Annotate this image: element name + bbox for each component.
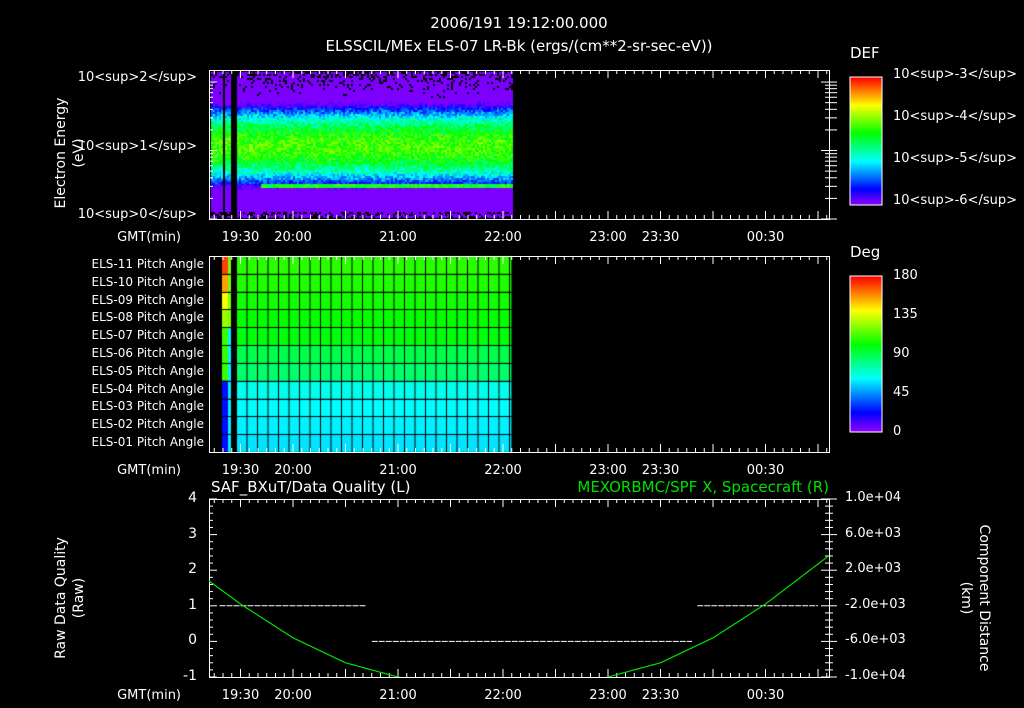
x-tick-label: 23:00: [589, 230, 627, 245]
x-tick-label: 23:30: [641, 230, 680, 245]
x-tick-label: 22:00: [484, 230, 522, 245]
pitch-angle-row-label: ELS-07 Pitch Angle: [91, 328, 204, 343]
distance-axis-label: Component Distance (km): [958, 524, 992, 672]
energy-tick-label: 10<sup>2</sup>: [77, 70, 197, 86]
quality-tick-label: 0: [188, 632, 197, 649]
energy-tick-label: 10<sup>1</sup>: [77, 138, 197, 154]
quality-tick-label: 3: [188, 525, 197, 542]
x-tick-label: 20:00: [274, 463, 312, 478]
energy-tick-label: 10<sup>0</sup>: [77, 207, 197, 222]
plot-window: 2006/191 19:12:00.000 ELSSCIL/MEx ELS-07…: [0, 0, 1024, 708]
pitch-angle-row-label: ELS-05 Pitch Angle: [91, 363, 204, 378]
gmt-axis-label: GMT(min): [117, 463, 181, 478]
spectrogram-title: ELSSCIL/MEx ELS-07 LR-Bk (ergs/(cm**2-sr…: [325, 37, 713, 55]
deg-colorbar-tick: 90: [893, 346, 910, 361]
def-colorbar-tick: 10<sup>-5</sup>: [893, 151, 1017, 166]
def-colorbar-tick: 10<sup>-4</sup>: [893, 109, 1017, 124]
x-tick-label: 21:00: [379, 230, 417, 245]
pitch-angle-row-label: ELS-06 Pitch Angle: [91, 346, 204, 360]
x-tick-label: 19:30: [221, 688, 260, 703]
deg-colorbar-tick: 45: [893, 385, 910, 400]
x-tick-label: 21:00: [379, 463, 417, 478]
gmt-axis-label: GMT(min): [117, 230, 181, 245]
quality-tick-label: 4: [188, 490, 197, 506]
gmt-axis-label: GMT(min): [117, 688, 181, 703]
x-tick-label: 19:30: [221, 230, 260, 245]
distance-tick-label: -2.0e+03: [845, 596, 906, 612]
x-tick-label: 23:30: [641, 688, 680, 703]
pitch-angle-row-label: ELS-08 Pitch Angle: [91, 310, 204, 325]
x-tick-label: 21:00: [379, 688, 417, 703]
pitch-angle-row-label: ELS-10 Pitch Angle: [91, 274, 204, 289]
distance-tick-label: -6.0e+03: [845, 632, 906, 648]
def-colorbar-tick: 10<sup>-6</sup>: [893, 193, 1017, 208]
pitch-angle-row-label: ELS-09 Pitch Angle: [91, 292, 204, 307]
pitch-angle-row-label: ELS-11 Pitch Angle: [91, 256, 204, 271]
spf-x-line: [209, 555, 829, 677]
deg-colorbar: [849, 275, 883, 433]
deg-colorbar-tick: 135: [893, 307, 918, 322]
distance-tick-label: 1.0e+04: [845, 490, 902, 505]
x-tick-label: 19:30: [221, 463, 260, 478]
x-tick-label: 20:00: [274, 688, 312, 703]
x-tick-label: 22:00: [484, 688, 522, 703]
deg-colorbar-tick: 180: [893, 268, 918, 283]
plot-datetime: 2006/191 19:12:00.000: [430, 14, 608, 32]
panel-frame-0: [209, 70, 830, 220]
distance-tick-label: -1.0e+04: [845, 668, 906, 683]
x-tick-label: 23:00: [589, 688, 627, 703]
x-tick-label: 23:30: [641, 463, 680, 478]
deg-colorbar-tick: 0: [893, 424, 902, 439]
pitch-angle-row-label: ELS-01 Pitch Angle: [91, 435, 204, 450]
quality-tick-label: 1: [188, 596, 197, 613]
spf-title: MEXORBMC/SPF X, Spacecraft (R): [577, 478, 829, 496]
pitch-angle-row-label: ELS-04 Pitch Angle: [91, 381, 204, 396]
quality-axis-label: Raw Data Quality (Raw): [53, 537, 87, 659]
x-tick-label: 23:00: [589, 463, 627, 478]
panel-frame-1: [209, 256, 830, 453]
pitch-angle-row-label: ELS-02 Pitch Angle: [91, 417, 204, 432]
distance-tick-label: 6.0e+03: [845, 525, 902, 541]
panel-frame-2: [209, 499, 830, 678]
x-tick-label: 22:00: [484, 463, 522, 478]
quality-tick-label: -1: [183, 668, 197, 684]
def-colorbar-label: DEF: [850, 44, 880, 62]
x-tick-label: 00:30: [746, 688, 785, 703]
def-colorbar: [849, 76, 883, 206]
quality-tick-label: 2: [188, 561, 197, 578]
pitch-angle-row-label: ELS-03 Pitch Angle: [91, 399, 204, 414]
deg-colorbar-label: Deg: [850, 243, 881, 261]
x-tick-label: 20:00: [274, 230, 312, 245]
x-tick-label: 00:30: [746, 230, 785, 245]
x-tick-label: 00:30: [746, 463, 785, 478]
quality-title: SAF_BXuT/Data Quality (L): [211, 478, 411, 496]
distance-tick-label: 2.0e+03: [845, 561, 902, 577]
def-colorbar-tick: 10<sup>-3</sup>: [893, 67, 1017, 82]
